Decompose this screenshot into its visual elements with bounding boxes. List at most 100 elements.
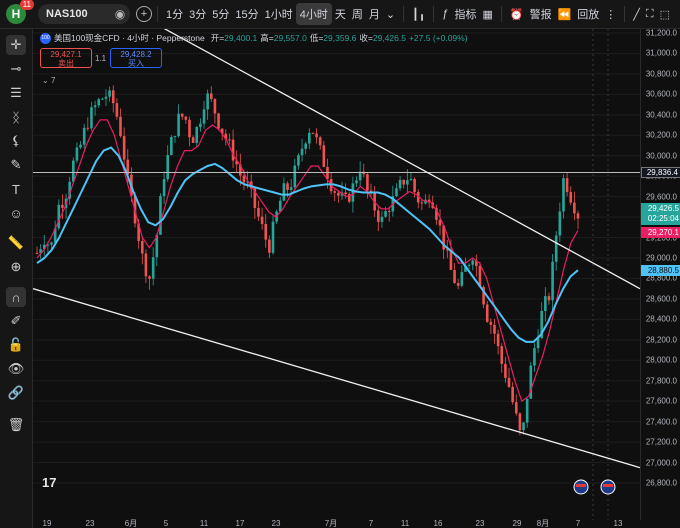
- candle-body: [315, 133, 318, 138]
- divider: [403, 6, 405, 22]
- brush-tool-icon[interactable]: ✎: [6, 155, 26, 175]
- tradingview-logo: 17: [42, 475, 57, 490]
- candle-body: [144, 253, 148, 277]
- timeframe-1h[interactable]: 1小时: [262, 6, 296, 22]
- crosshair-icon[interactable]: ✛: [6, 35, 26, 55]
- alert-clock-icon[interactable]: ⏰: [507, 8, 527, 21]
- candle-body: [311, 132, 315, 134]
- indicators-button[interactable]: 指标: [451, 6, 479, 22]
- exchange-logo-icon: 100: [40, 32, 51, 44]
- timeframe-day[interactable]: 天: [332, 6, 349, 22]
- candle-body: [467, 264, 471, 266]
- time-tick-label: 8月: [536, 519, 550, 528]
- line-tool-icon[interactable]: ⊸: [6, 59, 26, 79]
- trendline-tool-icon[interactable]: ╱: [630, 8, 643, 21]
- more-icon[interactable]: ⋮: [602, 8, 619, 21]
- text-tool-icon[interactable]: T: [6, 179, 26, 199]
- indicator-count: 7: [50, 76, 56, 85]
- timeframe-1m[interactable]: 1分: [163, 6, 186, 22]
- candle-body: [231, 139, 235, 161]
- candle-body: [173, 136, 177, 138]
- time-tick-label: 23: [85, 519, 95, 528]
- ruler-icon[interactable]: 📏: [6, 233, 26, 253]
- price-tick-label: 27,200.0: [645, 437, 677, 447]
- fullscreen-icon[interactable]: ⛶: [643, 8, 657, 21]
- candle-body: [398, 179, 402, 189]
- price-tick-label: 31,200.0: [645, 28, 677, 38]
- add-symbol-icon[interactable]: +: [136, 6, 152, 22]
- ma-blue-price-label: 28,880.5: [641, 264, 680, 276]
- time-tick-label: 29: [512, 519, 522, 528]
- chart-style-icon[interactable]: ┃╻: [409, 8, 428, 21]
- alert-button[interactable]: 警报: [527, 6, 555, 22]
- time-tick-label: 23: [271, 519, 281, 528]
- timeframe-5m[interactable]: 5分: [209, 6, 232, 22]
- price-tick-label: 29,600.0: [645, 192, 677, 202]
- zoom-in-icon[interactable]: ⊕: [6, 257, 26, 277]
- link-icon[interactable]: 🔗: [6, 383, 26, 403]
- replay-button[interactable]: 回放: [574, 6, 602, 22]
- timeframe-dropdown-icon[interactable]: ⌄: [383, 8, 398, 21]
- price-tick-label: 27,800.0: [645, 376, 677, 386]
- pattern-tool-icon[interactable]: ᛝ: [6, 107, 26, 127]
- trash-icon[interactable]: 🗑: [6, 415, 26, 435]
- candle-body: [111, 90, 115, 104]
- replay-icon[interactable]: ⏪: [555, 8, 575, 21]
- candle-body: [217, 113, 220, 129]
- buy-label: 买入: [128, 59, 144, 68]
- lock-drawing-icon[interactable]: ✐: [6, 311, 26, 331]
- time-axis[interactable]: 19 23 6月 5 11 17 23 7月 7 11 16 23 29 8月 7 13: [33, 520, 680, 528]
- candle-body: [380, 216, 384, 222]
- lock-icon[interactable]: 🔓: [6, 335, 26, 355]
- buy-button[interactable]: 29,428.2 买入: [110, 48, 162, 68]
- price-tick-label: 27,400.0: [645, 417, 677, 427]
- timeframe-4h[interactable]: 4小时: [295, 3, 332, 25]
- candle-body: [278, 200, 282, 212]
- price-chart[interactable]: [33, 29, 640, 520]
- symbol-name[interactable]: NAS100: [38, 4, 110, 24]
- sell-button[interactable]: 29,427.1 卖出: [40, 48, 92, 68]
- indicator-collapse[interactable]: ⌄ 7: [42, 76, 55, 85]
- time-tick-label: 7: [575, 519, 581, 528]
- timeframe-3m[interactable]: 3分: [186, 6, 209, 22]
- price-tick-label: 28,600.0: [645, 294, 677, 304]
- top-toolbar: H 11 NAS100 ◉ + 1分 3分 5分 15分 1小时 4小时 天 周…: [0, 0, 680, 29]
- time-tick-label: 11: [400, 519, 410, 528]
- emoji-tool-icon[interactable]: ☺: [6, 203, 26, 223]
- candle-body: [533, 348, 536, 366]
- legend-title: 美国100现金CFD · 4小时 · Pepperstone: [54, 33, 205, 43]
- ma-red-line: [36, 119, 579, 402]
- symbol-search[interactable]: NAS100 ◉: [38, 4, 130, 24]
- candle-body: [195, 127, 199, 143]
- price-tick-label: 28,400.0: [645, 314, 677, 324]
- time-tick-label: 6月: [124, 519, 138, 528]
- timeframe-month[interactable]: 月: [366, 6, 383, 22]
- layout-grid-icon[interactable]: ▦: [479, 8, 495, 21]
- time-tick-label: 23: [475, 519, 485, 528]
- candle-body: [522, 422, 525, 431]
- low-label: 低=: [309, 33, 324, 43]
- candle-body: [573, 202, 576, 214]
- divider: [433, 6, 435, 22]
- visibility-icon[interactable]: 👁: [6, 359, 26, 379]
- chart-pane[interactable]: [33, 29, 640, 520]
- indicators-icon[interactable]: ƒ: [439, 8, 451, 20]
- candle-body: [79, 144, 82, 148]
- fib-tool-icon[interactable]: ☰: [6, 83, 26, 103]
- eye-icon[interactable]: ◉: [110, 7, 130, 21]
- price-axis[interactable]: 31,200.0 31,000.0 30,800.0 30,600.0 30,400.0…: [640, 29, 680, 520]
- timeframe-15m[interactable]: 15分: [232, 6, 261, 22]
- user-avatar[interactable]: H 11: [6, 0, 34, 24]
- screenshot-icon[interactable]: ⬚: [657, 8, 673, 21]
- timeframe-week[interactable]: 周: [349, 6, 366, 22]
- candle-body: [496, 333, 500, 347]
- magnet-icon[interactable]: ∩: [6, 287, 26, 307]
- candle-body: [518, 413, 522, 431]
- candle-body: [57, 204, 61, 229]
- price-tick-label: 30,400.0: [645, 110, 677, 120]
- projection-tool-icon[interactable]: ⚸: [6, 131, 26, 151]
- candle-body: [420, 202, 424, 204]
- candle-body: [304, 143, 307, 149]
- candle-body: [271, 221, 275, 253]
- candle-body: [576, 213, 580, 219]
